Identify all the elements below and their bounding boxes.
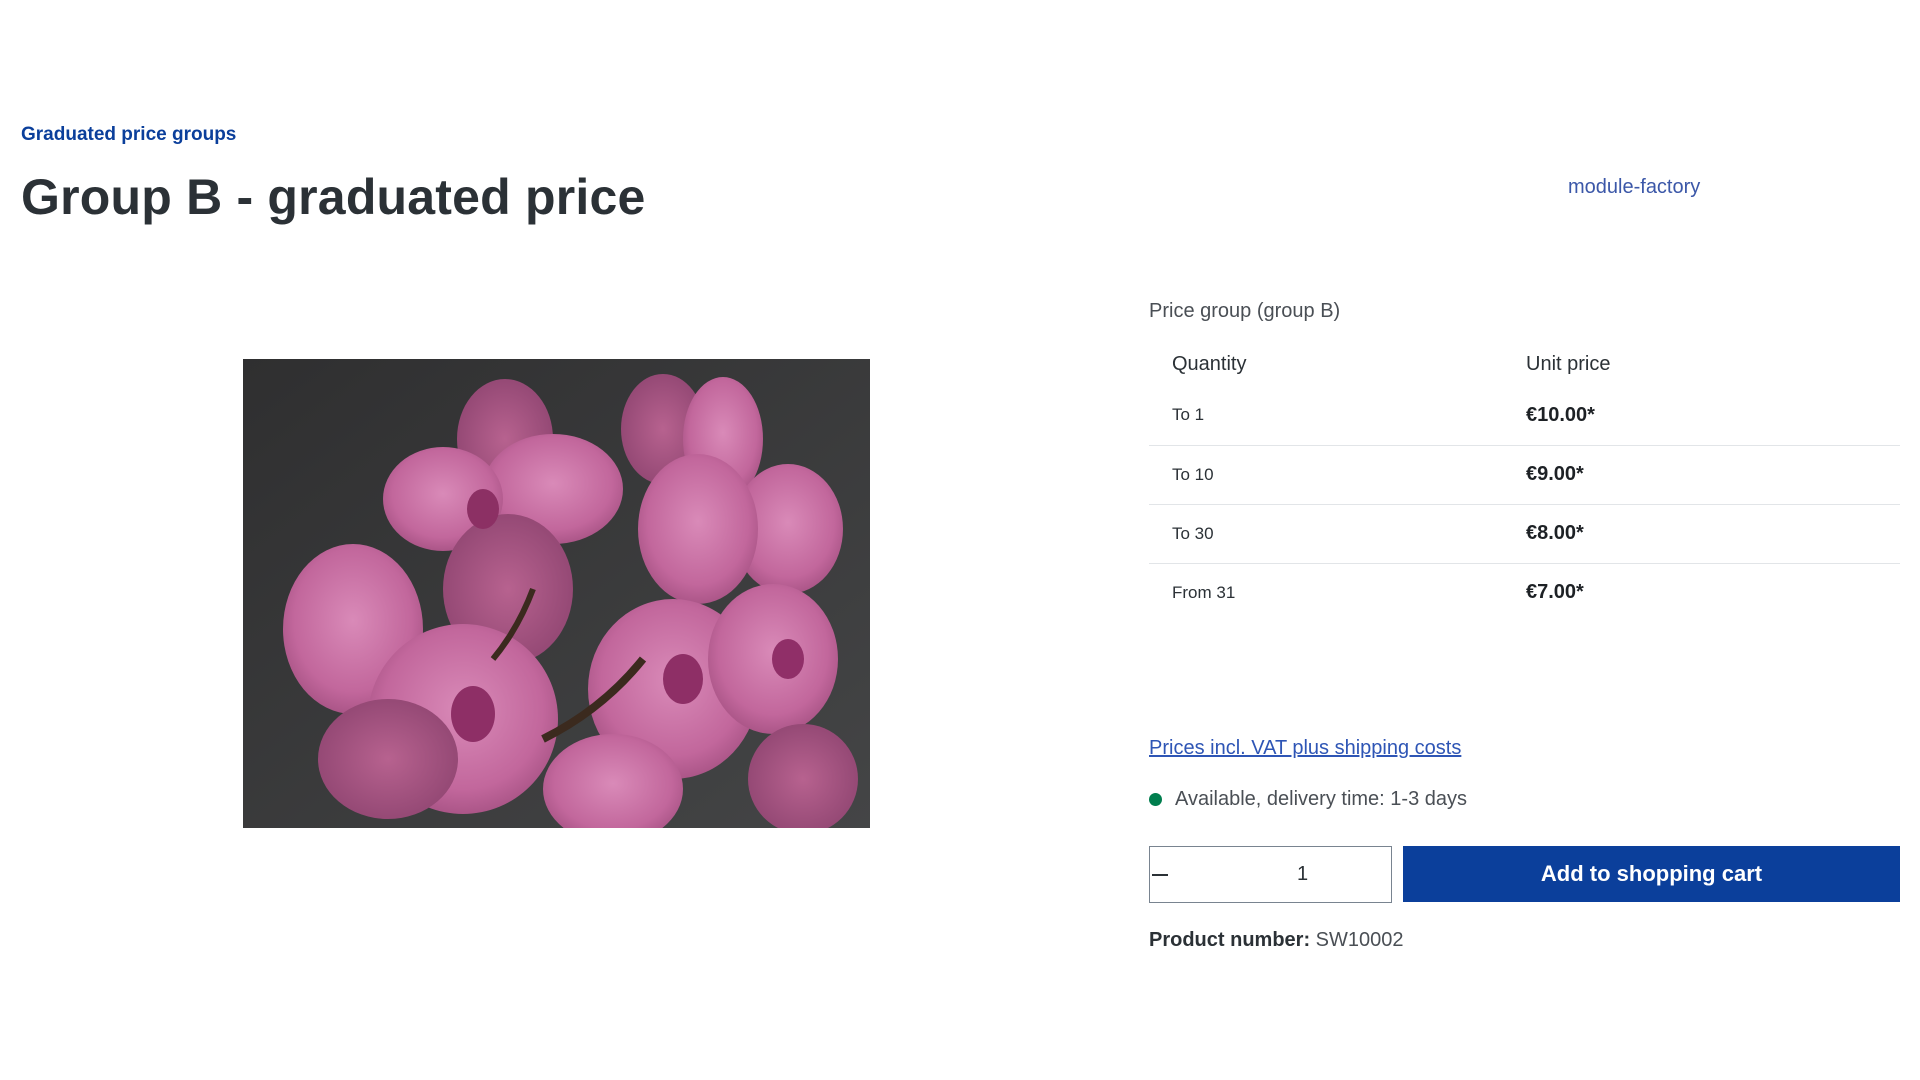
breadcrumb-category-link[interactable]: Graduated price groups (21, 124, 236, 146)
quantity-cell: To 30 (1149, 504, 1526, 564)
page-title: Group B - graduated price (21, 169, 646, 225)
decrease-quantity-button[interactable] (1150, 847, 1170, 902)
price-table-row: From 31 €7.00* (1149, 563, 1900, 622)
manufacturer-link[interactable]: module-factory (1568, 176, 1700, 199)
vat-shipping-link[interactable]: Prices incl. VAT plus shipping costs (1149, 737, 1461, 760)
unit-price-cell: €10.00* (1526, 386, 1900, 446)
quantity-cell: To 1 (1149, 386, 1526, 446)
price-table-row: To 30 €8.00* (1149, 504, 1900, 564)
product-image[interactable] (243, 359, 870, 828)
quantity-cell: From 31 (1172, 582, 1236, 602)
price-group-label: Price group (group B) (1149, 300, 1341, 322)
product-number: Product number: SW10002 (1149, 929, 1404, 952)
product-number-value: SW10002 (1315, 929, 1404, 951)
graduated-price-table: Quantity Unit price To 1 €10.00* To 10 €… (1149, 342, 1900, 622)
minus-icon (1152, 873, 1168, 876)
price-table-row: To 1 €10.00* (1149, 386, 1900, 446)
price-table-header-row: Quantity Unit price (1149, 342, 1900, 386)
orchid-image (243, 359, 870, 828)
unit-price-column-header: Unit price (1526, 352, 1611, 375)
unit-price-cell: €9.00* (1526, 445, 1900, 505)
quantity-cell: To 10 (1149, 445, 1526, 505)
quantity-stepper (1149, 846, 1453, 903)
unit-price-cell: €7.00* (1526, 581, 1584, 604)
unit-price-cell: €8.00* (1526, 504, 1900, 564)
availability-text: Available, delivery time: 1-3 days (1175, 788, 1467, 810)
quantity-input[interactable] (1170, 863, 1435, 886)
availability-status: Available, delivery time: 1-3 days (1149, 788, 1467, 811)
quantity-column-header: Quantity (1172, 352, 1247, 375)
price-table-row: To 10 €9.00* (1149, 445, 1900, 505)
add-to-cart-button[interactable]: Add to shopping cart (1403, 846, 1900, 902)
availability-dot-icon (1149, 793, 1162, 806)
product-number-label: Product number: (1149, 929, 1316, 951)
